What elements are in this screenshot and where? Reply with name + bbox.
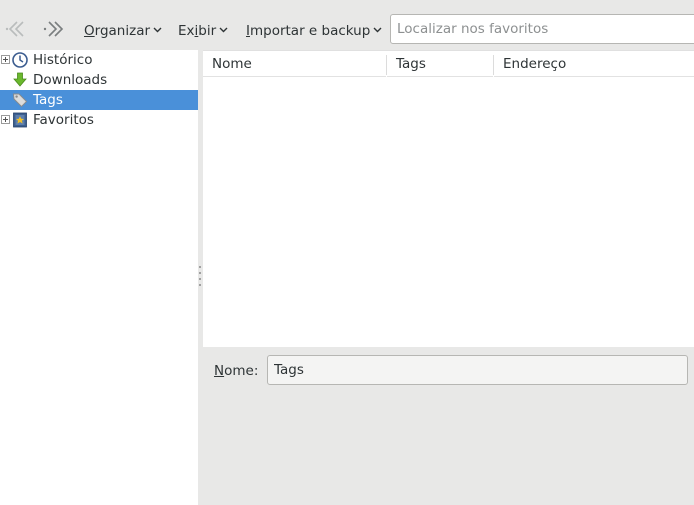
column-header-address[interactable]: Endereço	[494, 51, 694, 77]
search-input[interactable]	[390, 14, 694, 44]
sidebar-item-label: Tags	[33, 92, 63, 108]
sidebar-item-label: Histórico	[33, 52, 93, 68]
bookmarks-table: Nome Tags Endereço	[203, 50, 694, 347]
splitter-grip	[199, 284, 201, 286]
name-field-label: Nome:	[214, 363, 259, 379]
toolbar: Organizar Exibir Importar e backup	[0, 0, 694, 50]
splitter-grip	[199, 266, 201, 268]
splitter-grip	[199, 278, 201, 280]
sidebar-item-bookmarks[interactable]: Favoritos	[0, 110, 198, 130]
column-header-label: Nome	[212, 56, 252, 72]
view-menu-label: Exibir	[178, 23, 217, 39]
sidebar-item-tags[interactable]: Tags	[0, 90, 198, 110]
sidebar-item-history[interactable]: Histórico	[0, 50, 198, 70]
import-backup-menu-label: Importar e backup	[246, 23, 371, 39]
chevron-down-icon	[373, 27, 382, 33]
sidebar-item-downloads[interactable]: Downloads	[0, 70, 198, 90]
import-backup-menu-button[interactable]: Importar e backup	[246, 21, 382, 41]
clock-icon	[12, 52, 28, 68]
chevron-down-icon	[219, 27, 228, 33]
organize-menu-button[interactable]: Organizar	[84, 21, 162, 41]
column-header-name[interactable]: Nome	[203, 51, 386, 77]
download-arrow-icon	[13, 72, 27, 87]
forward-arrow-icon	[43, 21, 64, 37]
tag-icon	[13, 93, 28, 108]
column-header-tags[interactable]: Tags	[387, 51, 493, 77]
view-menu-button[interactable]: Exibir	[178, 21, 228, 41]
column-header-label: Tags	[396, 56, 426, 72]
organize-menu-label: Organizar	[84, 23, 151, 39]
details-pane: Nome:	[203, 347, 694, 505]
splitter-grip	[199, 272, 201, 274]
expander-plus-icon[interactable]	[1, 55, 10, 64]
chevron-down-icon	[153, 27, 162, 33]
sidebar-tree: Histórico Downloads Tags Favoritos	[0, 50, 198, 505]
bookmarks-folder-icon	[13, 112, 27, 128]
column-header-label: Endereço	[503, 56, 567, 72]
sidebar-item-label: Downloads	[33, 72, 108, 88]
back-arrow-icon	[5, 21, 24, 37]
back-button[interactable]	[4, 18, 28, 40]
forward-button[interactable]	[43, 18, 67, 40]
name-field[interactable]	[267, 355, 688, 385]
sidebar-item-label: Favoritos	[33, 112, 94, 128]
expander-plus-icon[interactable]	[1, 115, 10, 124]
